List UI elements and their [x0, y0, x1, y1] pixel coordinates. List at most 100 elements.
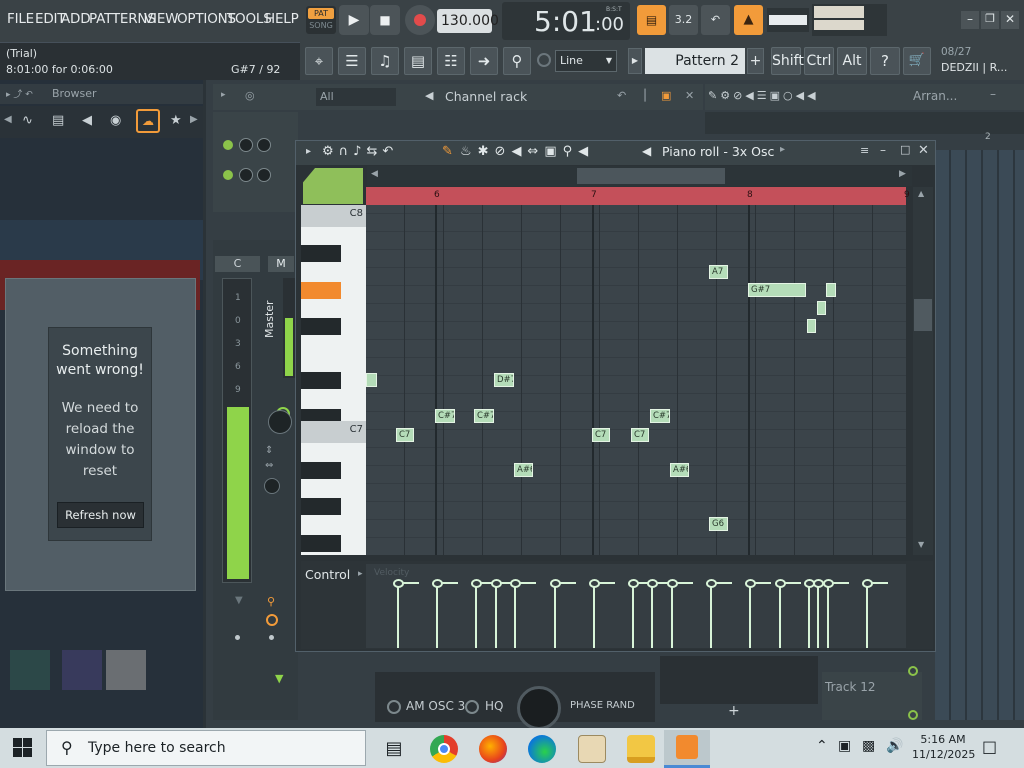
- speaker-icon[interactable]: ◀: [82, 113, 92, 128]
- velocity-stem[interactable]: [710, 586, 712, 648]
- black-key[interactable]: [301, 498, 341, 515]
- ctrl-key-button[interactable]: Ctrl: [804, 47, 834, 75]
- close-rack-icon[interactable]: ✕: [685, 89, 694, 102]
- rack-target-icon[interactable]: ◎: [245, 89, 255, 102]
- black-key[interactable]: [301, 245, 341, 262]
- snap-icon[interactable]: ⌖: [305, 47, 333, 75]
- note[interactable]: G6: [709, 517, 728, 531]
- velocity-stem[interactable]: [495, 586, 497, 648]
- mixer-icon[interactable]: ☷: [437, 47, 465, 75]
- stereo-icon[interactable]: ⇕: [265, 445, 273, 456]
- alt-key-button[interactable]: Alt: [837, 47, 867, 75]
- note[interactable]: [826, 283, 836, 297]
- taskbar-search[interactable]: ⚲ Type here to search: [46, 730, 366, 766]
- velocity-stem[interactable]: [436, 586, 438, 648]
- fl-studio-taskbar-button[interactable]: [664, 730, 710, 768]
- piano-roll-titlebar[interactable]: ▸ ⚙∩♪⇆↶ ✎ ♨✱⊘◀⇔▣⚲◀ ◀ Piano roll - 3x Osc…: [296, 141, 935, 165]
- tray-notification-icon[interactable]: ▣: [838, 738, 851, 754]
- osc-radio[interactable]: [387, 700, 401, 714]
- note[interactable]: [366, 373, 377, 387]
- time-display[interactable]: 5:01 :00 B:S:T: [502, 2, 630, 40]
- pattern-selector[interactable]: Pattern 2: [645, 48, 745, 74]
- velocity-stem[interactable]: [749, 586, 751, 648]
- phase-knob[interactable]: [517, 686, 561, 730]
- menu-add[interactable]: ADD: [61, 11, 91, 27]
- black-key-highlighted[interactable]: [301, 282, 341, 299]
- black-key[interactable]: [301, 535, 341, 552]
- velocity-stem[interactable]: [827, 586, 829, 648]
- note[interactable]: D#7: [494, 373, 514, 387]
- pr-close-icon[interactable]: ✕: [918, 143, 929, 158]
- velocity-stem[interactable]: [866, 586, 868, 648]
- black-key[interactable]: [301, 372, 341, 389]
- waveform-icon[interactable]: ∿: [22, 113, 33, 128]
- pr-vertical-scrollbar[interactable]: ▲ ▼: [913, 187, 933, 555]
- chrome-icon[interactable]: [430, 735, 458, 763]
- velocity-stem[interactable]: [817, 586, 819, 648]
- scroll-thumb[interactable]: [577, 168, 725, 184]
- lock-icon[interactable]: ⚲: [267, 595, 275, 608]
- stereo-knob[interactable]: [264, 478, 280, 494]
- playlist-grid[interactable]: [935, 150, 1024, 720]
- velocity-stem[interactable]: [632, 586, 634, 648]
- pan-knob[interactable]: [268, 410, 292, 434]
- key-c8[interactable]: C8: [301, 205, 366, 227]
- note[interactable]: C7: [592, 428, 610, 442]
- file-icon[interactable]: ▤: [52, 113, 64, 128]
- velocity-stem[interactable]: [514, 586, 516, 648]
- scroll-down-icon[interactable]: ▼: [918, 540, 924, 549]
- channel-filter-select[interactable]: All: [316, 88, 396, 106]
- firefox-icon[interactable]: [479, 735, 507, 763]
- play-button[interactable]: ▶: [339, 5, 369, 35]
- note[interactable]: [817, 301, 826, 315]
- velocity-lane[interactable]: Velocity: [366, 564, 906, 648]
- pr-detach-icon[interactable]: ≡: [860, 144, 869, 157]
- loop-record-icon[interactable]: ↶: [701, 5, 730, 35]
- pr-edit-tools-icon[interactable]: ♨✱⊘◀⇔▣⚲◀: [460, 144, 594, 159]
- file-explorer-icon[interactable]: [627, 735, 655, 763]
- note[interactable]: C#7: [435, 409, 455, 423]
- playlist-icon[interactable]: ☰: [338, 47, 366, 75]
- browser-right-icon[interactable]: ▶: [190, 114, 198, 125]
- pr-tools-icon[interactable]: ⚙∩♪⇆↶: [322, 144, 398, 159]
- metronome-icon[interactable]: ▲: [734, 5, 763, 35]
- track-enable-icon[interactable]: [908, 710, 918, 720]
- velocity-stem[interactable]: [808, 586, 810, 648]
- menu-help[interactable]: HELP: [265, 11, 299, 27]
- velocity-stem[interactable]: [593, 586, 595, 648]
- help-icon[interactable]: ?: [870, 47, 900, 75]
- playlist-minimize-icon[interactable]: –: [990, 87, 996, 101]
- arrow-icon[interactable]: ➜: [470, 47, 498, 75]
- browser-left-icon[interactable]: ◀: [4, 114, 12, 125]
- velocity-stem[interactable]: [475, 586, 477, 648]
- task-view-icon[interactable]: ▤: [380, 735, 408, 763]
- expand-icon[interactable]: ▸: [221, 90, 226, 100]
- hq-radio[interactable]: [465, 700, 479, 714]
- note[interactable]: [807, 319, 816, 333]
- tray-chevron-icon[interactable]: ⌃: [816, 738, 828, 754]
- note[interactable]: A7: [709, 265, 728, 279]
- vscroll-thumb[interactable]: [914, 299, 932, 331]
- add-pattern-icon[interactable]: +: [747, 48, 764, 74]
- pattern-prev-icon[interactable]: ▶: [628, 48, 642, 74]
- arrow-down-icon[interactable]: ▼: [275, 672, 283, 685]
- note[interactable]: C#7: [650, 409, 670, 423]
- note[interactable]: A#6: [514, 463, 533, 477]
- app-icon[interactable]: [578, 735, 606, 763]
- pr-horizontal-scrollbar[interactable]: ◀ ▶: [367, 166, 912, 186]
- scroll-up-icon[interactable]: ▲: [918, 189, 924, 198]
- restore-button[interactable]: ❐: [981, 11, 999, 29]
- fx-icon[interactable]: ▼: [235, 595, 243, 606]
- close-app-button[interactable]: ✕: [1001, 11, 1019, 29]
- track-12[interactable]: Track 12: [822, 666, 922, 720]
- action-center-icon[interactable]: □: [982, 737, 997, 756]
- globe-icon[interactable]: ◉: [110, 113, 121, 128]
- black-key[interactable]: [301, 462, 341, 479]
- velocity-stem[interactable]: [554, 586, 556, 648]
- clock-icon[interactable]: [266, 614, 278, 626]
- microphone-icon[interactable]: ⚲: [503, 47, 531, 75]
- pr-timeline-ruler[interactable]: 6 7 8 9: [366, 187, 910, 205]
- tempo-display[interactable]: 130.000: [437, 9, 499, 33]
- record-button[interactable]: [405, 5, 435, 35]
- minimize-button[interactable]: –: [961, 11, 979, 29]
